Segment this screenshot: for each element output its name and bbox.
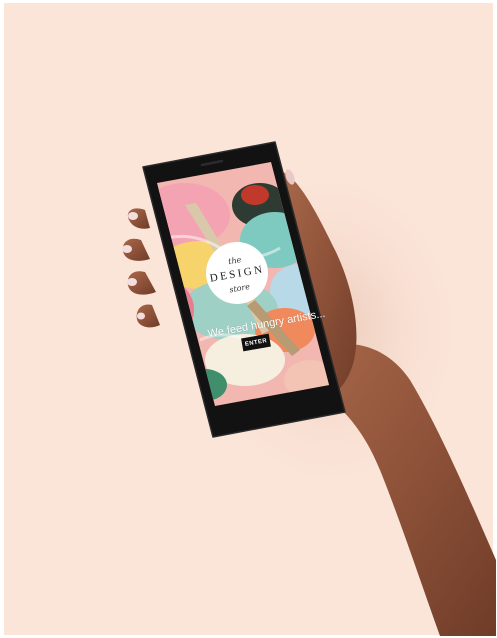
- nail-icon: [122, 245, 132, 253]
- nail-icon: [128, 212, 138, 220]
- nail-icon: [127, 278, 137, 286]
- nail-icon: [137, 312, 145, 320]
- photo-scene: the DESIGN store We feed hungry artists.…: [0, 0, 497, 638]
- hand-holding-phone-illustration: [122, 141, 496, 636]
- brand-logo: the DESIGN store: [201, 237, 273, 309]
